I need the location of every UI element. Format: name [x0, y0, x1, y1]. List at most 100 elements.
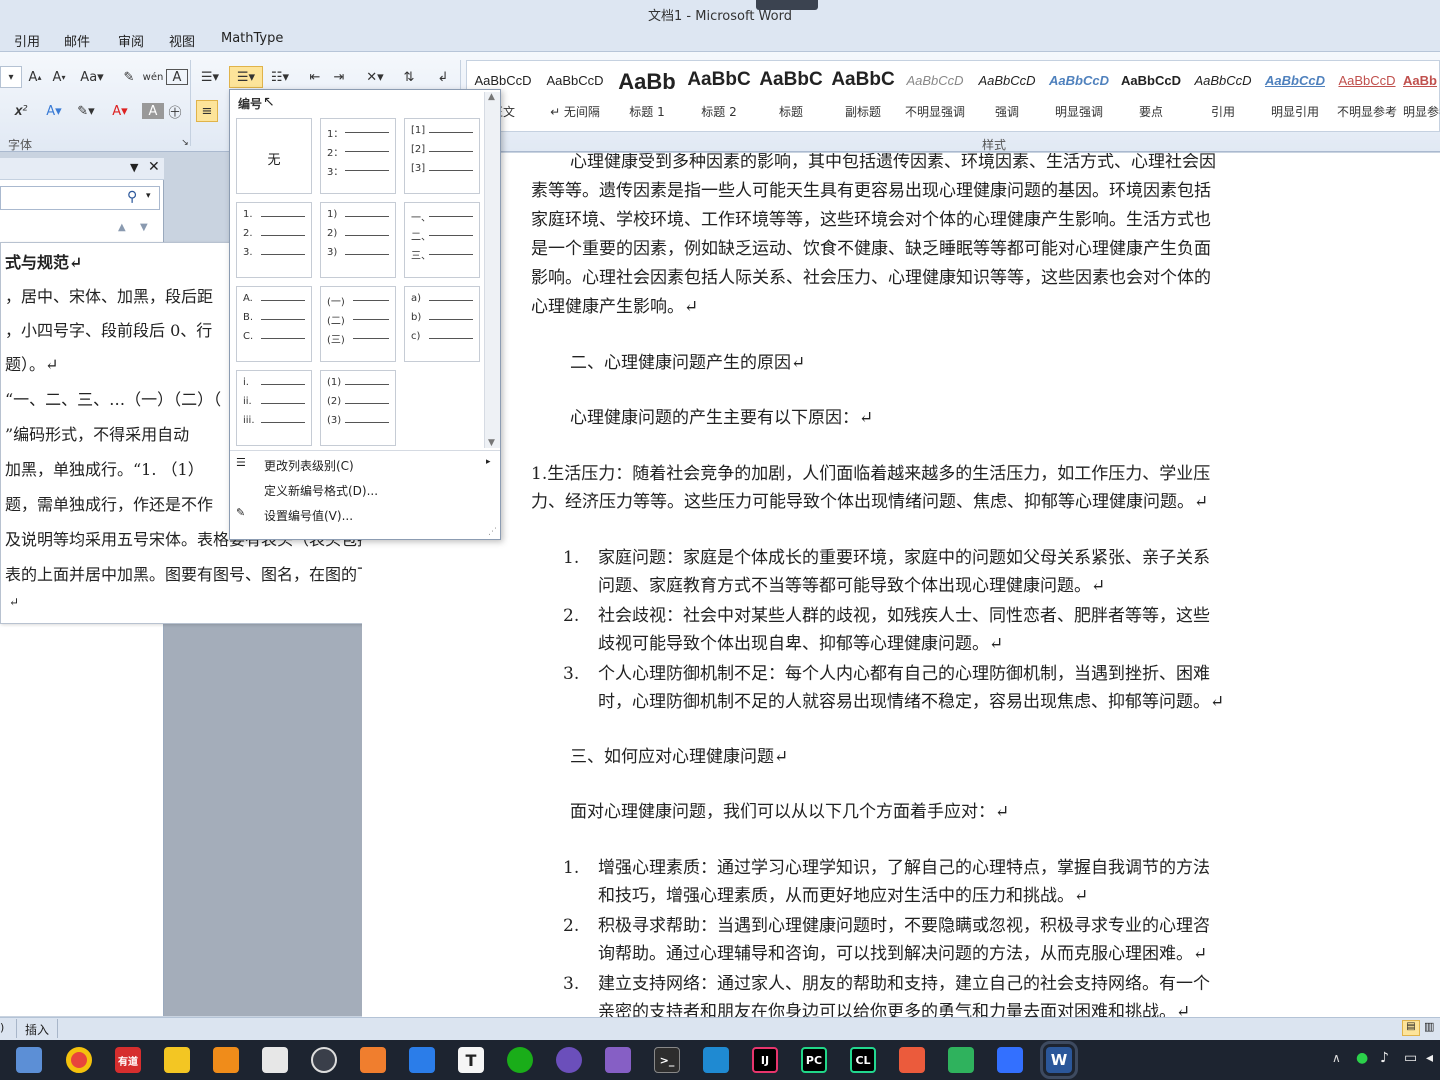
tab-view[interactable]: 视图 — [169, 31, 195, 50]
todo-icon[interactable] — [409, 1047, 435, 1073]
nav-prev-icon[interactable]: ▲ — [118, 222, 126, 233]
obs-icon[interactable] — [311, 1047, 337, 1073]
office-icon[interactable] — [899, 1047, 925, 1073]
numbering-format-lower-alpha[interactable]: a) b) c) — [404, 286, 480, 362]
wechat-dev-icon[interactable] — [507, 1047, 533, 1073]
style-subtle-emphasis[interactable]: AaBbCcD 不明显强调 — [899, 61, 971, 133]
superscript-icon[interactable]: x² — [10, 100, 32, 122]
typora-icon[interactable]: T — [458, 1047, 484, 1073]
volume-icon[interactable]: ◂ — [1426, 1050, 1433, 1066]
numbering-format-chinese-paren[interactable]: (一) (二) (三) — [320, 286, 396, 362]
define-number-format-item[interactable]: 定义新编号格式(D)... — [230, 478, 500, 500]
wechat-tray-icon[interactable]: ● — [1356, 1050, 1368, 1066]
clion-icon[interactable]: CL — [850, 1047, 876, 1073]
list-item-line: 时，心理防御机制不足的人就容易出现情绪不稳定，容易出现焦虑、抑郁等问题。↵ — [598, 692, 1225, 712]
search-icon[interactable]: ⚲ — [127, 189, 137, 205]
resize-grip-icon[interactable]: ⋰ — [488, 527, 497, 537]
full-screen-view-icon[interactable]: ▥ — [1424, 1020, 1434, 1033]
font-dialog-launcher-icon[interactable]: ↘ — [174, 136, 196, 150]
github-icon[interactable] — [556, 1047, 582, 1073]
clear-format-icon[interactable]: ✎ — [118, 66, 140, 88]
sticky-notes-icon[interactable] — [164, 1047, 190, 1073]
photos-icon[interactable] — [213, 1047, 239, 1073]
multilevel-list-icon[interactable]: ☷▾ — [266, 66, 294, 88]
numbering-format-paren-number[interactable]: (1) (2) (3) — [320, 370, 396, 446]
tab-review[interactable]: 审阅 — [118, 31, 144, 50]
vscode-icon[interactable] — [703, 1047, 729, 1073]
sort-icon[interactable]: ⇅ — [398, 66, 420, 88]
chrome-icon[interactable] — [66, 1047, 92, 1073]
style-title[interactable]: AaBbC 标题 — [755, 61, 827, 133]
chinese-layout-icon[interactable]: ✕▾ — [360, 66, 390, 88]
style-intense-quote[interactable]: AaBbCcD 明显引用 — [1259, 61, 1331, 133]
align-left-icon[interactable]: ≡ — [196, 100, 218, 122]
vs-icon[interactable] — [605, 1047, 631, 1073]
feishu-icon[interactable] — [997, 1047, 1023, 1073]
numbering-format-paren[interactable]: 1) 2) 3) — [320, 202, 396, 278]
style-heading-2[interactable]: AaBbC 标题 2 — [683, 61, 755, 133]
numbering-format-upper-alpha[interactable]: A. B. C. — [236, 286, 312, 362]
numbering-scrollbar[interactable]: ▲ ▼ — [484, 92, 500, 448]
decrease-indent-icon[interactable]: ⇤ — [304, 66, 326, 88]
chevron-down-icon[interactable]: ▾ — [146, 191, 151, 201]
style-no-spacing[interactable]: AaBbCcD ↵ 无间隔 — [539, 61, 611, 133]
intellij-icon[interactable]: IJ — [752, 1047, 778, 1073]
tab-mailings[interactable]: 邮件 — [64, 31, 90, 50]
numbering-button[interactable]: ☰▾ — [229, 66, 263, 88]
tray-expand-icon[interactable]: ∧ — [1332, 1051, 1341, 1065]
phonetic-guide-icon[interactable]: wén — [142, 66, 164, 88]
document-page[interactable]: 心理健康受到多种因素的影响，其中包括遗传因素、环境因素、生活方式、心理社会因 素… — [362, 153, 1440, 1017]
style-intense-emphasis[interactable]: AaBbCcD 明显强调 — [1043, 61, 1115, 133]
style-quote[interactable]: AaBbCcD 引用 — [1187, 61, 1259, 133]
char-border-icon[interactable]: A — [166, 69, 188, 85]
style-emphasis[interactable]: AaBbCcD 强调 — [971, 61, 1043, 133]
numbering-format-none[interactable]: 无 — [236, 118, 312, 194]
microphone-icon[interactable]: ♪ — [1380, 1050, 1389, 1066]
style-intense-reference[interactable]: AaBb明显参考 — [1403, 61, 1440, 133]
list-item-line: 歧视可能导致个体出现自卑、抑郁等心理健康问题。↵ — [598, 634, 1004, 654]
tab-mathtype[interactable]: MathType — [221, 31, 283, 46]
network-icon[interactable]: ▭ — [1404, 1050, 1417, 1066]
bullets-icon[interactable]: ☰▾ — [196, 66, 224, 88]
side-doc-line: 题，需单独成行，作还是不作 — [5, 495, 214, 514]
font-color-icon[interactable]: A▾ — [106, 100, 134, 122]
scroll-up-icon[interactable]: ▲ — [488, 92, 495, 102]
youdao-icon[interactable]: 有道 — [115, 1047, 141, 1073]
close-icon[interactable]: ✕ — [148, 159, 160, 175]
text-effects-icon[interactable]: A▾ — [40, 100, 68, 122]
print-layout-view-icon[interactable]: ▤ — [1402, 1020, 1420, 1036]
nav-search-input[interactable]: ⚲ ▾ — [0, 186, 160, 210]
set-numbering-value-item[interactable]: ✎ 设置编号值(V)... — [230, 503, 500, 525]
increase-indent-icon[interactable]: ⇥ — [328, 66, 350, 88]
file-converter-icon[interactable] — [262, 1047, 288, 1073]
word-icon[interactable]: W — [1040, 1041, 1078, 1079]
numbering-format-colon[interactable]: 1： 2： 3： — [320, 118, 396, 194]
nav-next-icon[interactable]: ▼ — [140, 222, 148, 233]
insert-mode-indicator[interactable]: 插入 — [16, 1019, 59, 1038]
change-case-icon[interactable]: Aa▾ — [78, 66, 106, 88]
terminal-icon[interactable]: >_ — [654, 1047, 680, 1073]
file-explorer-icon[interactable] — [16, 1047, 42, 1073]
change-list-level-item[interactable]: ☰ 更改列表级别(C) ▸ — [230, 453, 500, 475]
numbering-format-roman[interactable]: i. ii. iii. — [236, 370, 312, 446]
font-size-dropdown[interactable]: ▾ — [0, 66, 22, 88]
scroll-down-icon[interactable]: ▼ — [488, 438, 495, 448]
tab-references[interactable]: 引用 — [14, 31, 40, 50]
wps-icon[interactable] — [948, 1047, 974, 1073]
grow-font-icon[interactable]: A ▴ — [24, 66, 46, 88]
char-shading-icon[interactable]: A — [142, 103, 164, 119]
enclose-char-icon[interactable]: ㊉ — [164, 100, 186, 122]
highlight-icon[interactable]: ✎▾ — [72, 100, 100, 122]
shrink-font-icon[interactable]: A ▾ — [48, 66, 70, 88]
style-strong[interactable]: AaBbCcD 要点 — [1115, 61, 1187, 133]
style-heading-1[interactable]: AaBb 标题 1 — [611, 61, 683, 133]
archive-icon[interactable] — [360, 1047, 386, 1073]
pycharm-icon[interactable]: PC — [801, 1047, 827, 1073]
style-subtitle[interactable]: AaBbC 副标题 — [827, 61, 899, 133]
numbering-format-chinese[interactable]: 一、 二、 三、 — [404, 202, 480, 278]
numbering-format-dot[interactable]: 1. 2. 3. — [236, 202, 312, 278]
show-marks-icon[interactable]: ↲ — [432, 66, 454, 88]
numbering-format-bracket[interactable]: [1] [2] [3] — [404, 118, 480, 194]
style-subtle-reference[interactable]: AaBbCcD 不明显参考 — [1331, 61, 1403, 133]
nav-options-icon[interactable]: ▼ — [130, 161, 138, 174]
